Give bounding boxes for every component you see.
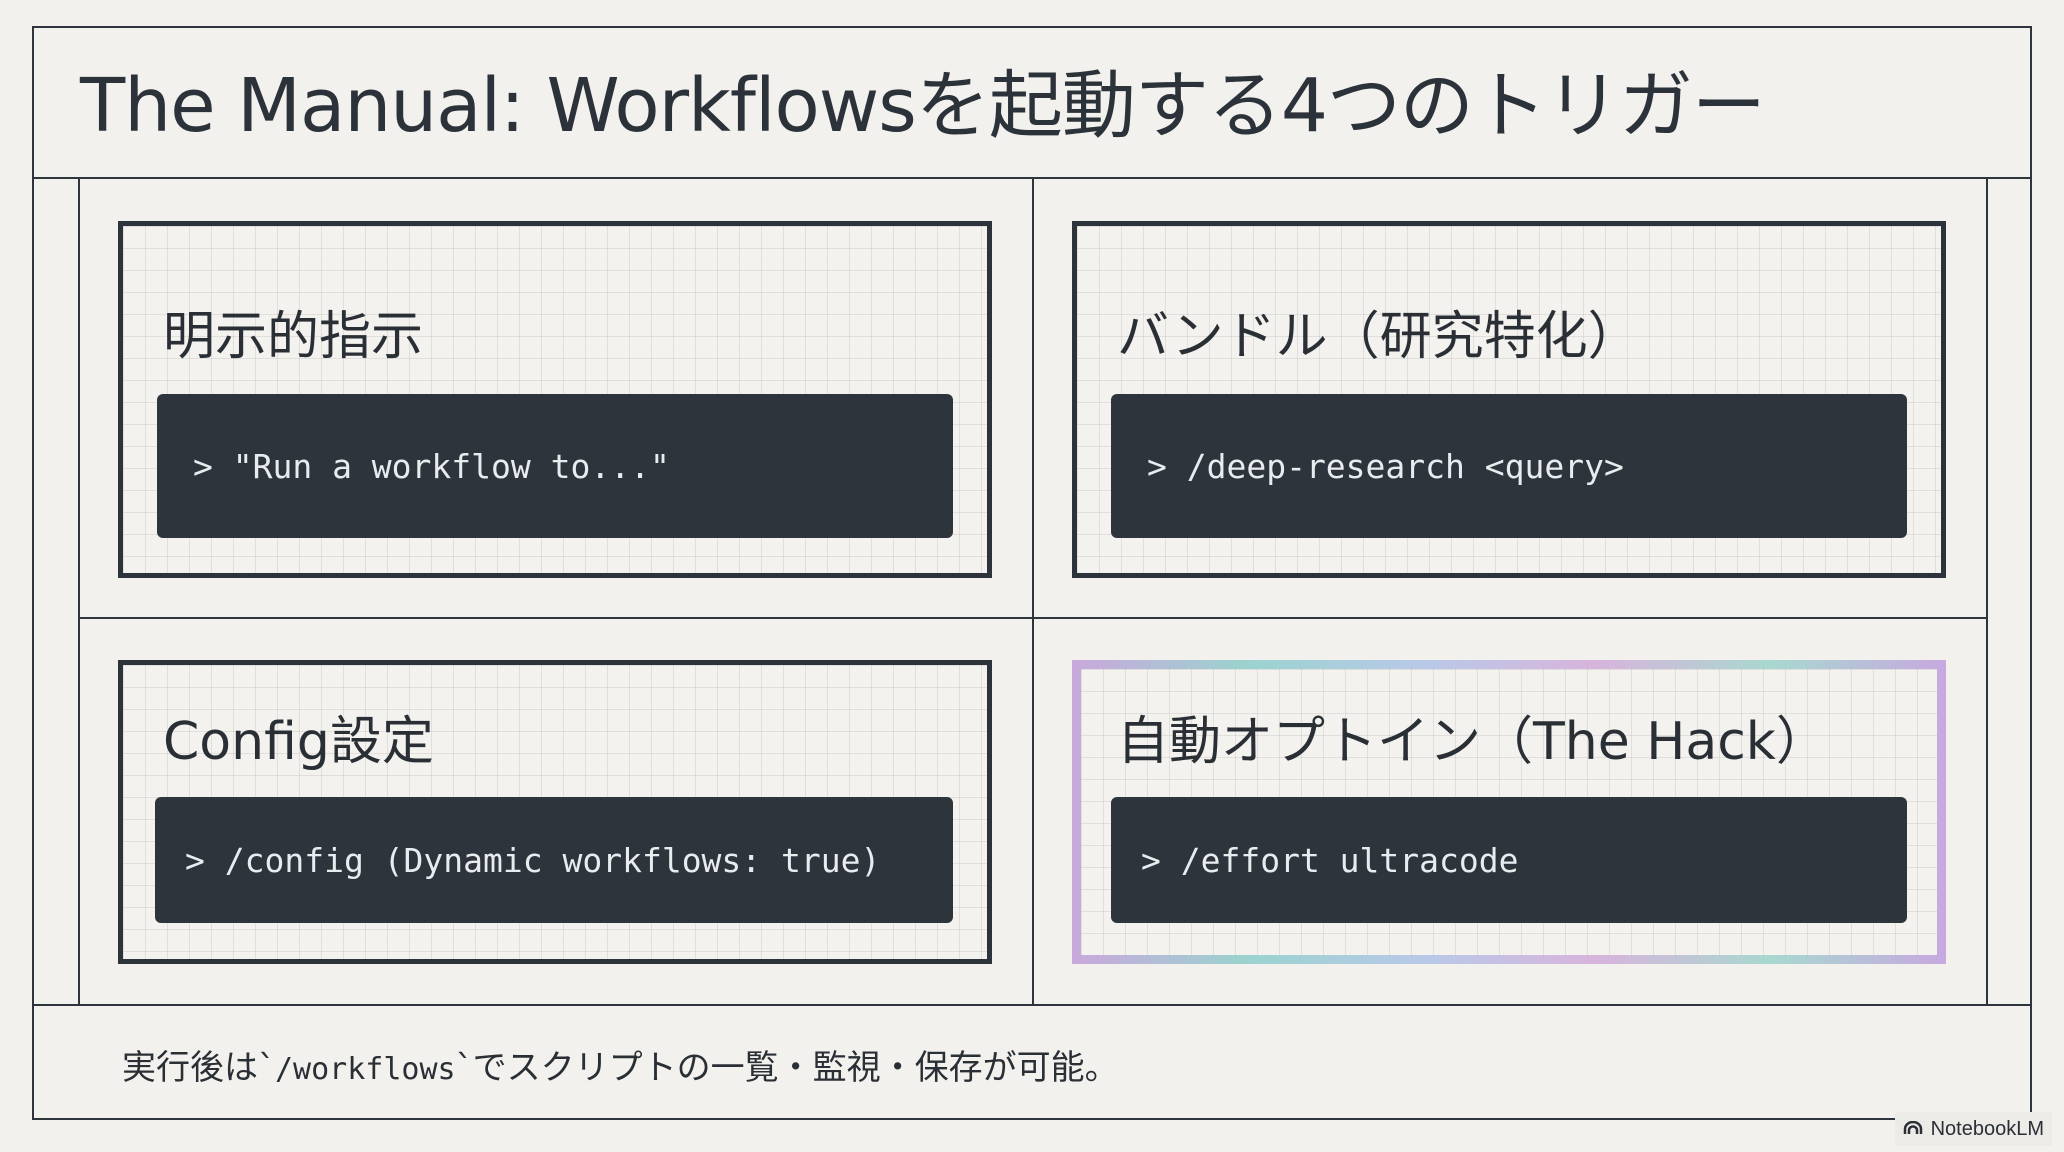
- grid-line-center: [1032, 179, 1034, 1004]
- footer-prefix: 実行後は`: [122, 1048, 275, 1088]
- card-title: Config設定: [163, 712, 434, 772]
- slide-frame: The Manual: Workflowsを起動する4つのトリガー 明示的指示 …: [32, 26, 2032, 1120]
- card-title: 明示的指示: [163, 307, 424, 367]
- command-block: > /config (Dynamic workflows: true): [155, 797, 953, 923]
- footer-command: /workflows: [275, 1052, 456, 1087]
- grid-line-right: [1986, 179, 1988, 1004]
- title-row: The Manual: Workflowsを起動する4つのトリガー: [34, 28, 2030, 179]
- trigger-card-auto-optin: 自動オプトイン（The Hack） > /effort ultracode: [1072, 660, 1946, 964]
- command-block: > "Run a workflow to...": [157, 394, 953, 538]
- grid-line-left: [78, 179, 80, 1004]
- footer-suffix: `でスクリプトの一覧・監視・保存が可能。: [455, 1048, 1119, 1088]
- footer-note: 実行後は`/workflows`でスクリプトの一覧・監視・保存が可能。: [122, 1040, 1119, 1089]
- notebooklm-badge: NotebookLM: [1894, 1112, 2052, 1146]
- grid-line-middle: [78, 617, 1988, 619]
- footer-row: 実行後は`/workflows`でスクリプトの一覧・監視・保存が可能。: [34, 1004, 2030, 1118]
- card-title: バンドル（研究特化）: [1117, 307, 1640, 367]
- trigger-card-explicit: 明示的指示 > "Run a workflow to...": [118, 221, 992, 578]
- notebooklm-label: NotebookLM: [1930, 1117, 2044, 1140]
- trigger-card-config: Config設定 > /config (Dynamic workflows: t…: [118, 660, 992, 964]
- command-block: > /effort ultracode: [1111, 797, 1907, 923]
- card-title: 自動オプトイン（The Hack）: [1117, 712, 1828, 772]
- trigger-card-bundle: バンドル（研究特化） > /deep-research <query>: [1072, 221, 1946, 578]
- slide-title: The Manual: Workflowsを起動する4つのトリガー: [80, 63, 1766, 149]
- notebooklm-logo-icon: [1903, 1118, 1923, 1141]
- command-block: > /deep-research <query>: [1111, 394, 1907, 538]
